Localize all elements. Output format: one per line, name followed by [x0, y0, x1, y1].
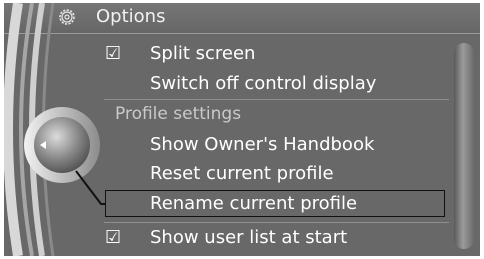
- options-screen: Options ☑ Split screen Switch off contro…: [4, 3, 480, 256]
- show-user-list-checkbox[interactable]: ☑: [105, 227, 121, 249]
- controller-decoration: [4, 3, 105, 256]
- menu-item-reset-profile[interactable]: Reset current profile: [150, 163, 334, 185]
- section-profile-settings: Profile settings: [115, 104, 242, 124]
- menu-item-switch-off-display[interactable]: Switch off control display: [150, 73, 376, 95]
- split-screen-checkbox[interactable]: ☑: [105, 43, 121, 65]
- menu-item-split-screen[interactable]: Split screen: [150, 43, 255, 65]
- scrollbar[interactable]: [454, 43, 474, 249]
- menu-item-show-user-list[interactable]: Show user list at start: [150, 227, 347, 249]
- menu-item-show-handbook[interactable]: Show Owner's Handbook: [150, 134, 374, 156]
- divider: [104, 99, 449, 100]
- pointer-line: [75, 170, 105, 205]
- menu-item-rename-profile[interactable]: Rename current profile: [150, 193, 357, 215]
- divider: [104, 222, 449, 223]
